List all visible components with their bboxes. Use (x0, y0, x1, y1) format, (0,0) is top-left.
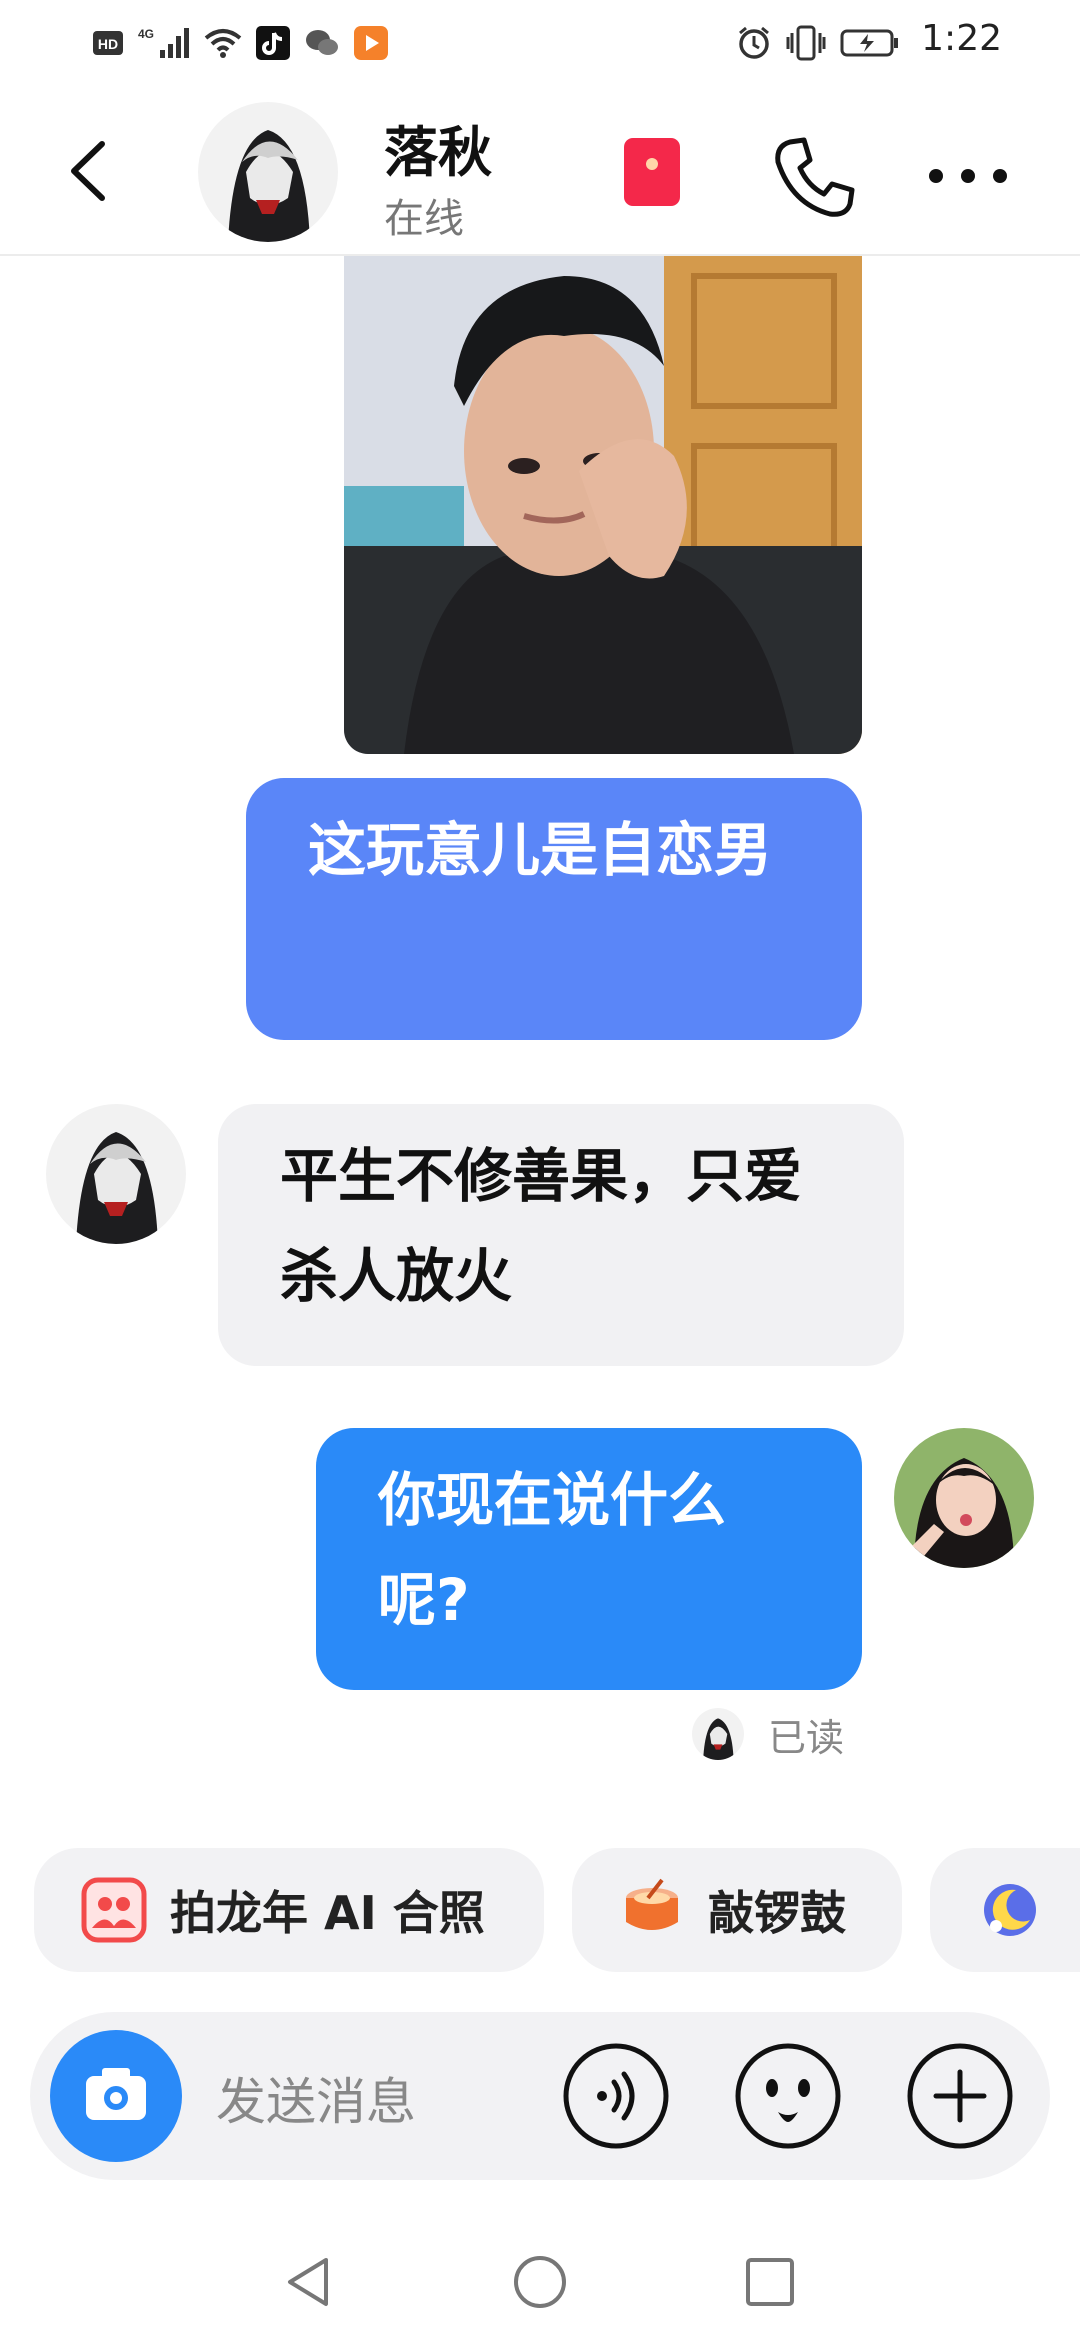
quick-action-drum[interactable]: 敲锣鼓 (572, 1848, 902, 1972)
moon-icon (984, 1884, 1036, 1936)
alarm-icon (739, 26, 769, 59)
chat-header: 落秋 在线 (0, 86, 1080, 256)
quick-action-label: 敲锣鼓 (708, 1886, 846, 1940)
circle-home-icon (514, 2256, 566, 2308)
nav-recents-button[interactable] (742, 2254, 798, 2310)
triangle-back-icon (288, 2258, 328, 2306)
plus-icon (907, 2043, 1013, 2149)
emoji-icon (735, 2043, 841, 2149)
message-input[interactable]: 发送消息 (216, 2062, 416, 2134)
status-bar: HD 4G 1:22 (0, 0, 1080, 86)
contact-avatar[interactable] (198, 102, 338, 242)
read-receipt: 已读 (692, 1706, 844, 1762)
hd-icon: HD (93, 31, 123, 55)
status-time: 1:22 (921, 18, 1002, 59)
battery-charging-icon (840, 29, 898, 57)
voice-button[interactable] (562, 2042, 670, 2150)
wifi-icon (204, 29, 242, 58)
contact-online-status: 在线 (384, 196, 464, 242)
quick-action-moon[interactable] (930, 1848, 1080, 1972)
4g-signal-icon: 4G (138, 27, 189, 58)
avatar-image (198, 102, 338, 242)
svg-text:HD: HD (98, 36, 118, 52)
contact-name: 落秋 (384, 121, 492, 184)
outgoing-message-bubble[interactable]: 你现在说什么呢? (316, 1428, 862, 1690)
emoji-button[interactable] (734, 2042, 842, 2150)
back-arrow-icon (71, 141, 105, 201)
incoming-message-bubble[interactable]: 平生不修善果，只爱杀人放火 (218, 1104, 904, 1366)
voice-icon (563, 2043, 669, 2149)
status-icons-left: HD 4G (92, 22, 388, 64)
square-recents-icon (746, 2258, 794, 2306)
camera-icon (86, 2068, 146, 2120)
add-button[interactable] (906, 2042, 1014, 2150)
phone-icon (775, 137, 855, 217)
status-icons-right (736, 22, 900, 64)
quick-action-label: 拍龙年 AI 合照 (170, 1886, 485, 1940)
my-avatar[interactable] (894, 1428, 1034, 1568)
drum-icon (626, 1878, 678, 1930)
more-dots-icon (929, 169, 1007, 183)
camera-button[interactable] (50, 2030, 182, 2162)
nav-back-button[interactable] (282, 2254, 338, 2310)
message-input-bar: 发送消息 (30, 2012, 1050, 2180)
video-app-icon (354, 26, 388, 60)
read-receipt-avatar (692, 1708, 744, 1760)
red-packet-button[interactable] (624, 138, 680, 206)
back-button[interactable] (60, 136, 120, 206)
svg-text:4G: 4G (138, 27, 154, 41)
quick-action-ai-photo[interactable]: 拍龙年 AI 合照 (34, 1848, 544, 1972)
avatar-image (46, 1104, 186, 1244)
nav-home-button[interactable] (512, 2254, 568, 2310)
read-status-text: 已读 (768, 1715, 845, 1760)
contact-avatar-small[interactable] (46, 1104, 186, 1244)
group-photo-icon (81, 1877, 147, 1943)
selfie-photo-image (344, 256, 862, 754)
tiktok-icon (256, 26, 290, 60)
more-options-button[interactable] (926, 156, 1010, 196)
wechat-icon (306, 30, 338, 55)
avatar-image (894, 1428, 1034, 1568)
avatar-image (692, 1708, 744, 1760)
message-photo[interactable] (344, 256, 862, 754)
vibrate-icon (786, 25, 826, 61)
outgoing-message-bubble[interactable]: 这玩意儿是自恋男 (246, 778, 862, 1040)
call-button[interactable] (770, 132, 860, 222)
